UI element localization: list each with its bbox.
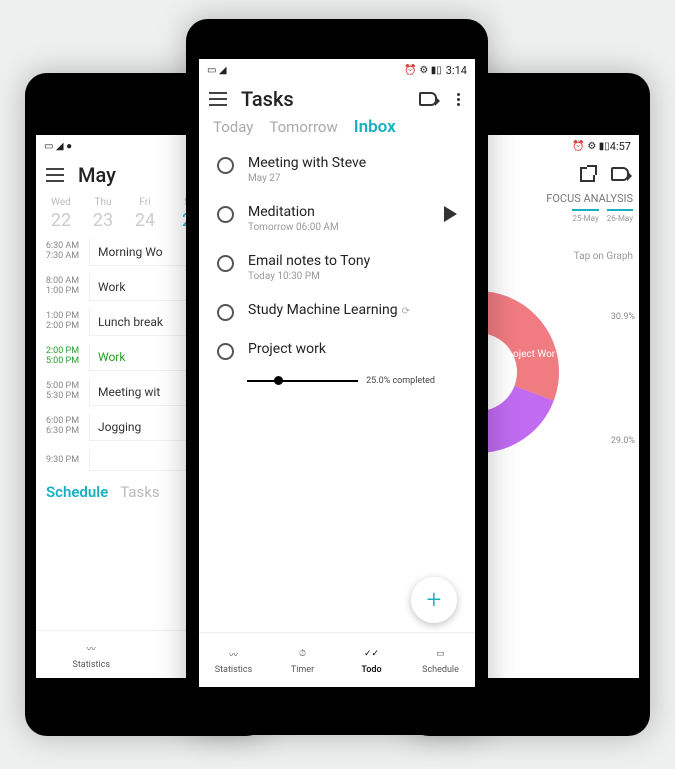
header: Tasks [199, 81, 475, 117]
chart-icon: 〰 [229, 645, 238, 663]
plus-icon: + [427, 585, 442, 615]
tab-schedule[interactable]: Schedule [46, 483, 108, 501]
tab-inbox[interactable]: Inbox [354, 117, 396, 137]
chart-icon: 〰 [87, 640, 96, 658]
pct-label: 29.0% [611, 436, 635, 446]
day-item[interactable]: Thu23 [86, 197, 120, 231]
checkbox-icon[interactable] [217, 255, 234, 272]
phone-center: ▭ ◢ ⏰ ⚙ ▮▯ 3:14 Tasks Today Tomorrow Inb… [186, 19, 488, 735]
status-icons: ▭ ◢ ● [44, 141, 72, 152]
task-item[interactable]: Study Machine Learning⟳ [199, 292, 475, 331]
calendar-icon: ▭ [436, 645, 445, 663]
nav-todo[interactable]: ✓✓Todo [337, 633, 406, 687]
repeat-icon: ⟳ [402, 306, 410, 317]
progress-knob[interactable] [274, 376, 283, 385]
checkbox-icon[interactable] [217, 343, 234, 360]
menu-icon[interactable] [209, 92, 227, 106]
progress-bar[interactable]: 25.0% completed [199, 370, 475, 386]
play-icon[interactable] [444, 206, 457, 222]
more-icon[interactable] [451, 93, 465, 106]
day-item[interactable]: Wed22 [44, 197, 78, 231]
add-button[interactable]: + [411, 577, 457, 623]
nav-schedule[interactable]: ▭Schedule [406, 633, 475, 687]
tab-tasks[interactable]: Tasks [120, 483, 159, 501]
task-item[interactable]: Email notes to TonyToday 10:30 PM [199, 243, 475, 292]
status-bar: ▭ ◢ ⏰ ⚙ ▮▯ 3:14 [199, 59, 475, 81]
nav-statistics[interactable]: 〰Statistics [199, 633, 268, 687]
tag-icon[interactable] [611, 167, 629, 181]
nav-timer[interactable]: ⏱Timer [268, 633, 337, 687]
checkbox-icon[interactable] [217, 304, 234, 321]
task-item[interactable]: Project work [199, 331, 475, 370]
page-title: May [78, 163, 116, 187]
checkbox-icon[interactable] [217, 157, 234, 174]
menu-icon[interactable] [46, 168, 64, 182]
status-icons: ⏰ ⚙ ▮▯ [572, 141, 609, 152]
progress-label: 25.0% completed [366, 376, 435, 386]
timer-icon: ⏱ [299, 645, 306, 663]
progress-track [247, 380, 358, 382]
slice-label: oject Wor [513, 349, 556, 360]
tab-today[interactable]: Today [213, 118, 253, 136]
task-tabs: Today Tomorrow Inbox [199, 117, 475, 145]
page-title: Tasks [241, 87, 294, 111]
bottom-nav: 〰Statistics ⏱Timer ✓✓Todo ▭Schedule [199, 632, 475, 687]
nav-statistics[interactable]: 〰Statistics [36, 631, 147, 678]
task-item[interactable]: Meeting with SteveMay 27 [199, 145, 475, 194]
checkbox-icon[interactable] [217, 206, 234, 223]
pct-label: 30.9% [611, 312, 635, 322]
task-item[interactable]: MeditationTomorrow 06:00 AM [199, 194, 475, 243]
status-icons-left: ▭ ◢ [207, 65, 227, 76]
day-item[interactable]: Fri24 [128, 197, 162, 231]
check-icon: ✓✓ [364, 645, 379, 663]
status-icons-right: ⏰ ⚙ ▮▯ 3:14 [404, 64, 467, 77]
tag-icon[interactable] [419, 92, 437, 106]
screen-center: ▭ ◢ ⏰ ⚙ ▮▯ 3:14 Tasks Today Tomorrow Inb… [199, 59, 475, 687]
status-time: 4:57 [610, 140, 631, 153]
tab-tomorrow[interactable]: Tomorrow [269, 118, 337, 136]
open-external-icon[interactable] [580, 167, 595, 182]
